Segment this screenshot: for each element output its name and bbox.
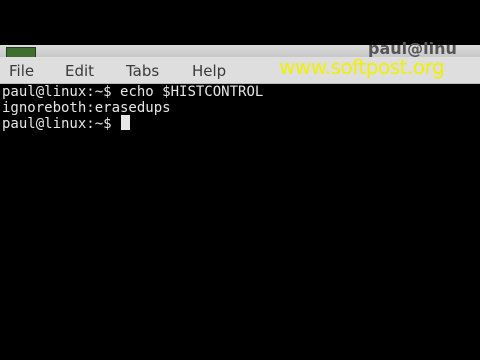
menu-edit[interactable]: Edit bbox=[65, 60, 94, 82]
command-output: ignoreboth:erasedups bbox=[2, 100, 171, 116]
terminal-line: paul@linux:~$ bbox=[2, 115, 130, 133]
menu-tabs[interactable]: Tabs bbox=[126, 60, 159, 82]
watermark: www.softpost.org bbox=[279, 55, 445, 79]
prompt: paul@linux:~$ bbox=[2, 116, 112, 132]
prompt: paul@linux:~$ bbox=[2, 84, 112, 100]
text-cursor bbox=[120, 115, 130, 130]
command: echo $HISTCONTROL bbox=[120, 84, 264, 100]
screen: paul@linu File Edit Tabs Help www.softpo… bbox=[0, 0, 480, 360]
menu-file[interactable]: File bbox=[9, 60, 34, 82]
menu-help[interactable]: Help bbox=[192, 60, 226, 82]
